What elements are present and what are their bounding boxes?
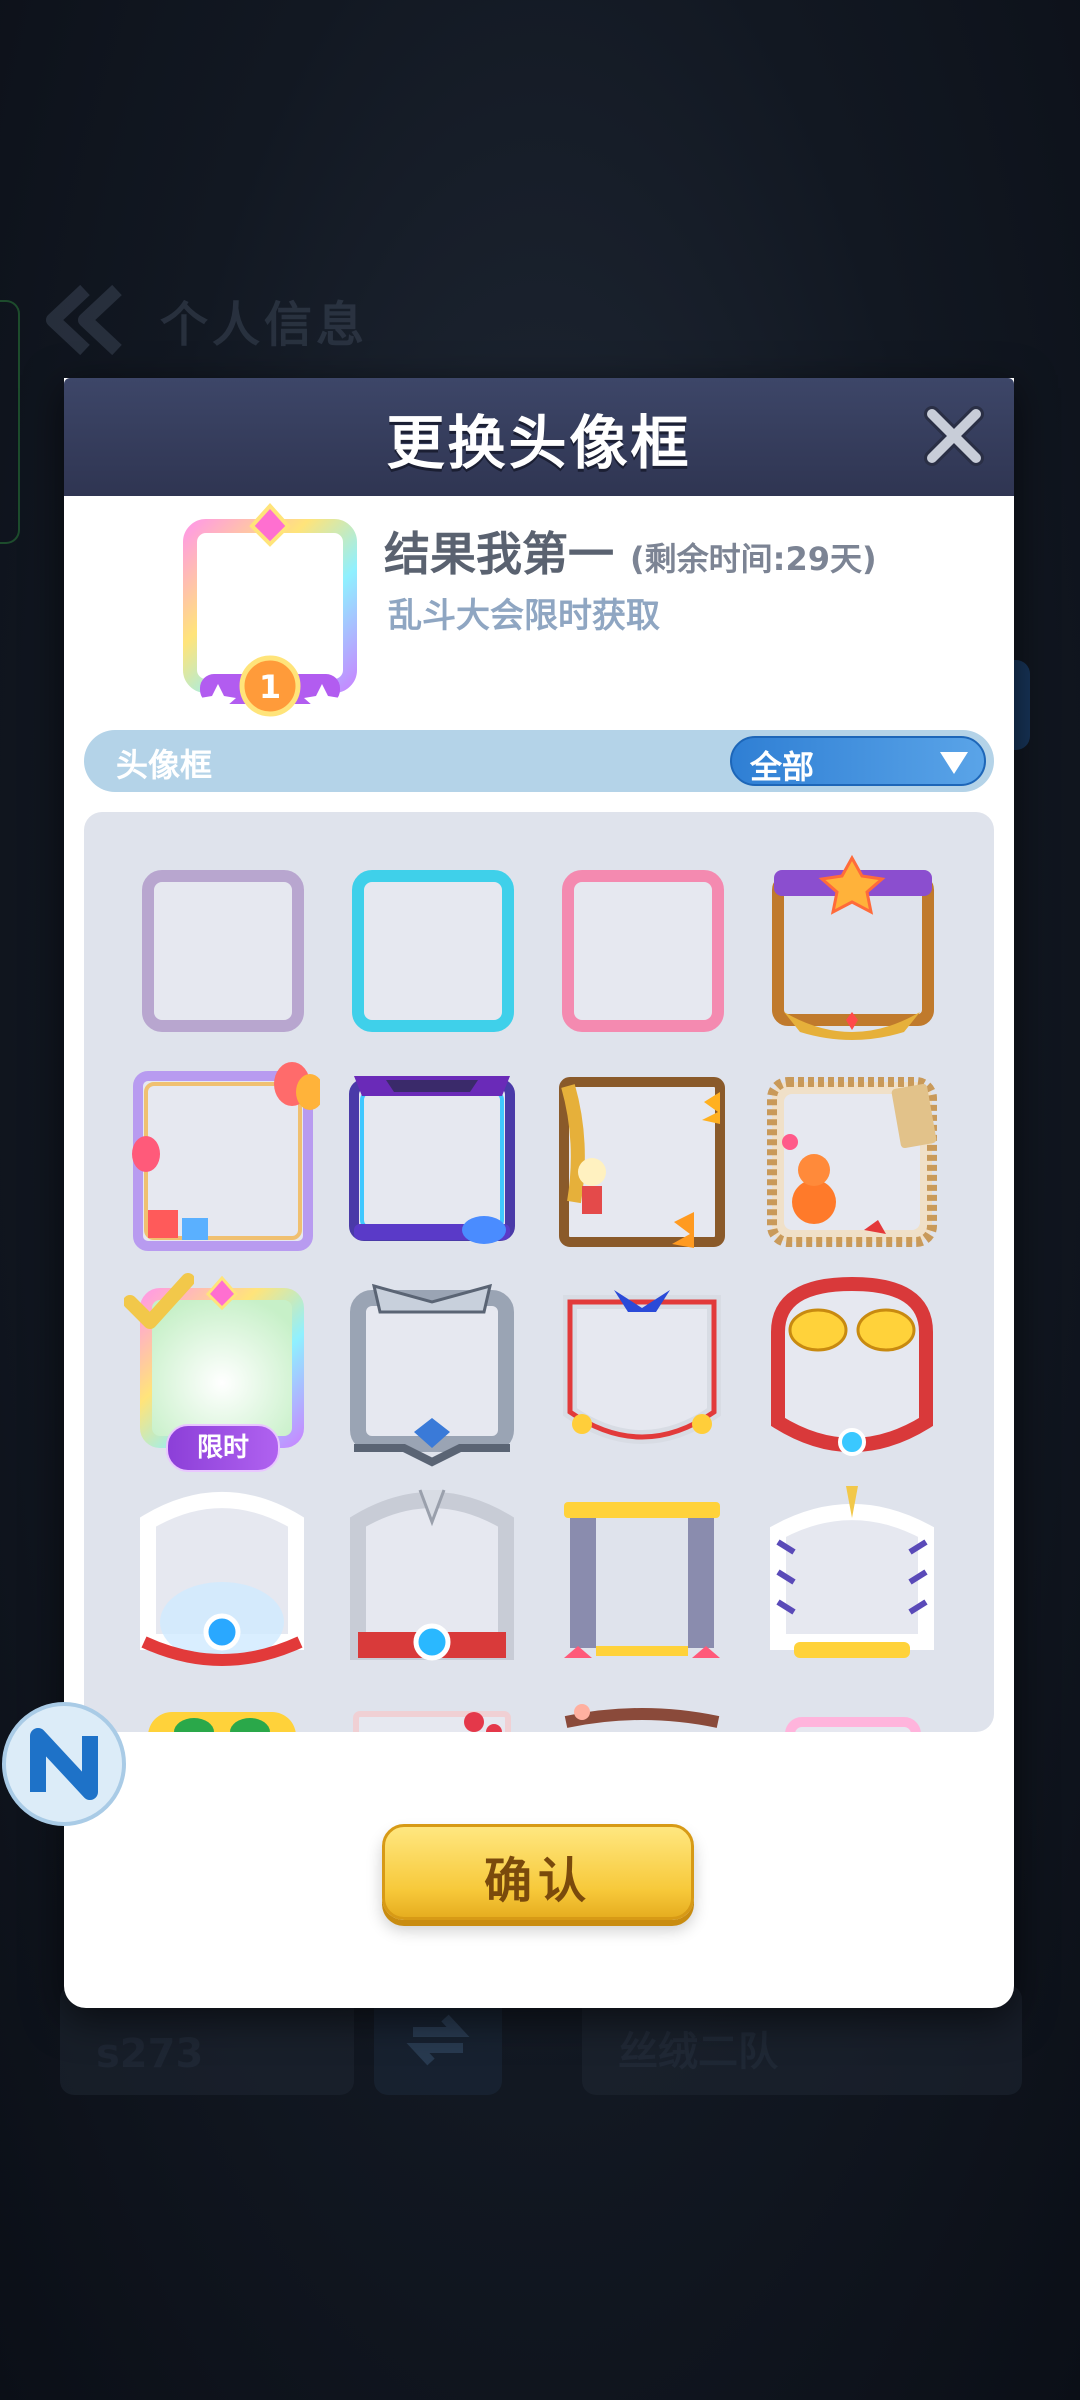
background-page-title: 个人信息 <box>160 297 369 353</box>
frame-item[interactable] <box>124 1062 320 1258</box>
silver-red-hero-frame-icon <box>350 1489 514 1661</box>
frame-item[interactable] <box>754 1272 950 1468</box>
frame-item[interactable] <box>124 1482 320 1678</box>
side-tab-outline <box>0 300 20 544</box>
frame-item[interactable] <box>544 1692 740 1732</box>
n-logo-icon <box>2 1702 126 1826</box>
change-avatar-frame-dialog: 更换头像框 1 结果我第一 (剩余时间:29天) 乱斗大会限时获取 头像框 全部… <box>64 378 1014 2008</box>
frame-item[interactable] <box>544 1482 740 1678</box>
dropdown-arrow-icon <box>940 752 968 774</box>
light-pink-frame-icon <box>785 1717 921 1732</box>
frame-item[interactable] <box>754 1482 950 1678</box>
new-year-persimmon-frame-icon <box>767 1077 937 1247</box>
frame-item[interactable] <box>334 1062 530 1258</box>
unicorn-stripe-frame-icon <box>770 1486 934 1658</box>
close-icon <box>924 406 984 466</box>
frame-title: 结果我第一 <box>384 527 614 581</box>
confirm-label: 确认 <box>483 1853 592 1909</box>
white-hero-frame-icon <box>140 1492 304 1666</box>
plum-blossom-frame-icon <box>353 1711 511 1732</box>
frame-grid: 限时 <box>124 852 950 1732</box>
branch-frame-icon <box>564 1704 720 1728</box>
frame-item[interactable] <box>334 1692 530 1732</box>
party-balloon-frame-icon <box>132 1062 320 1251</box>
selected-frame-preview: 1 <box>140 496 400 726</box>
champion-frame-icon: 1 <box>183 503 357 718</box>
frame-grid-panel[interactable]: 限时 <box>84 812 994 1732</box>
dialog-title: 更换头像框 <box>386 409 692 477</box>
green-yellow-frame-icon <box>148 1712 296 1732</box>
selected-frame-name: 结果我第一 (剩余时间:29天) <box>384 518 877 584</box>
close-button[interactable] <box>922 404 986 468</box>
gold-star-frame-icon <box>772 854 934 1040</box>
back-arrow-icon <box>40 280 130 360</box>
dialog-header: 更换头像框 <box>64 378 1014 496</box>
frame-item[interactable] <box>544 1062 740 1258</box>
frame-item[interactable] <box>754 852 950 1048</box>
svg-text:1: 1 <box>259 668 281 706</box>
filter-selected-value: 全部 <box>750 748 815 786</box>
confirm-button[interactable]: 确认 <box>382 1824 694 1920</box>
team-value: 丝绒二队 <box>618 2029 778 2075</box>
frame-source-text: 乱斗大会限时获取 <box>388 596 660 636</box>
red-silver-shield-frame-icon <box>563 1290 721 1444</box>
filter-label: 头像框 <box>116 746 213 784</box>
frame-item[interactable] <box>124 852 320 1048</box>
frame-item[interactable] <box>544 852 740 1048</box>
ultra-hero-frame-icon <box>771 1276 933 1456</box>
cyan-square-frame-icon <box>352 870 514 1032</box>
frame-filter-bar: 头像框 全部 <box>84 730 994 792</box>
pink-square-frame-icon <box>562 870 724 1032</box>
frame-item[interactable] <box>334 1482 530 1678</box>
limited-time-badge: 限时 <box>166 1424 280 1472</box>
server-value: s273 <box>96 2031 204 2077</box>
frame-item[interactable] <box>754 1692 950 1732</box>
frame-item[interactable] <box>754 1062 950 1258</box>
frame-remaining-time: (剩余时间:29天) <box>630 540 877 578</box>
checkmark-icon <box>124 1273 194 1329</box>
frame-item[interactable] <box>334 852 530 1048</box>
frame-item-selected[interactable]: 限时 <box>124 1272 320 1472</box>
lilac-square-frame-icon <box>142 870 304 1032</box>
robot-pillar-frame-icon <box>564 1502 720 1658</box>
autumn-leaves-frame-icon <box>559 1077 725 1248</box>
floating-assistant-button[interactable] <box>0 1700 128 1828</box>
gamer-neon-frame-icon <box>349 1076 515 1244</box>
frame-item[interactable] <box>124 1692 320 1732</box>
silver-mech-frame-icon <box>350 1283 514 1467</box>
frame-item[interactable] <box>334 1272 530 1468</box>
frame-item[interactable] <box>544 1272 740 1468</box>
filter-dropdown[interactable]: 全部 <box>730 736 986 786</box>
